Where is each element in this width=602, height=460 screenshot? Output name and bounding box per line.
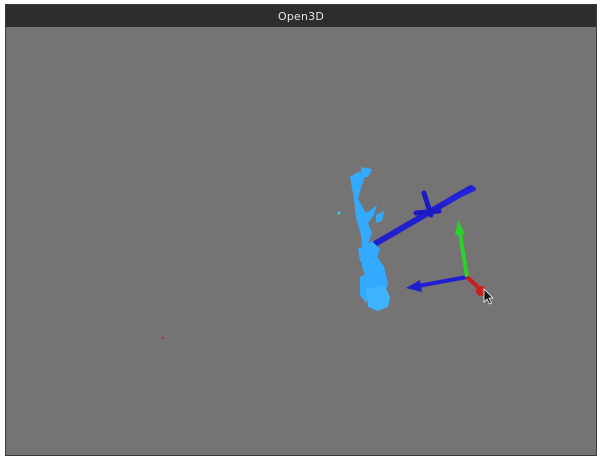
y-axis-line (458, 232, 469, 278)
stray-point-red (161, 336, 165, 340)
open3d-window: Open3D (5, 4, 597, 456)
x-axis-line (465, 275, 480, 289)
z-axis-line (417, 275, 468, 288)
y-axis-arrowhead (455, 220, 465, 235)
scene-canvas[interactable] (6, 27, 596, 455)
coordinate-frame (406, 220, 486, 296)
stray-point-cyan (337, 211, 341, 215)
window-titlebar[interactable]: Open3D (6, 5, 596, 27)
window-title: Open3D (277, 9, 325, 23)
z-axis-arrowhead (406, 280, 422, 292)
arrow-pointer-icon (483, 288, 494, 305)
3d-viewport[interactable] (6, 27, 596, 455)
